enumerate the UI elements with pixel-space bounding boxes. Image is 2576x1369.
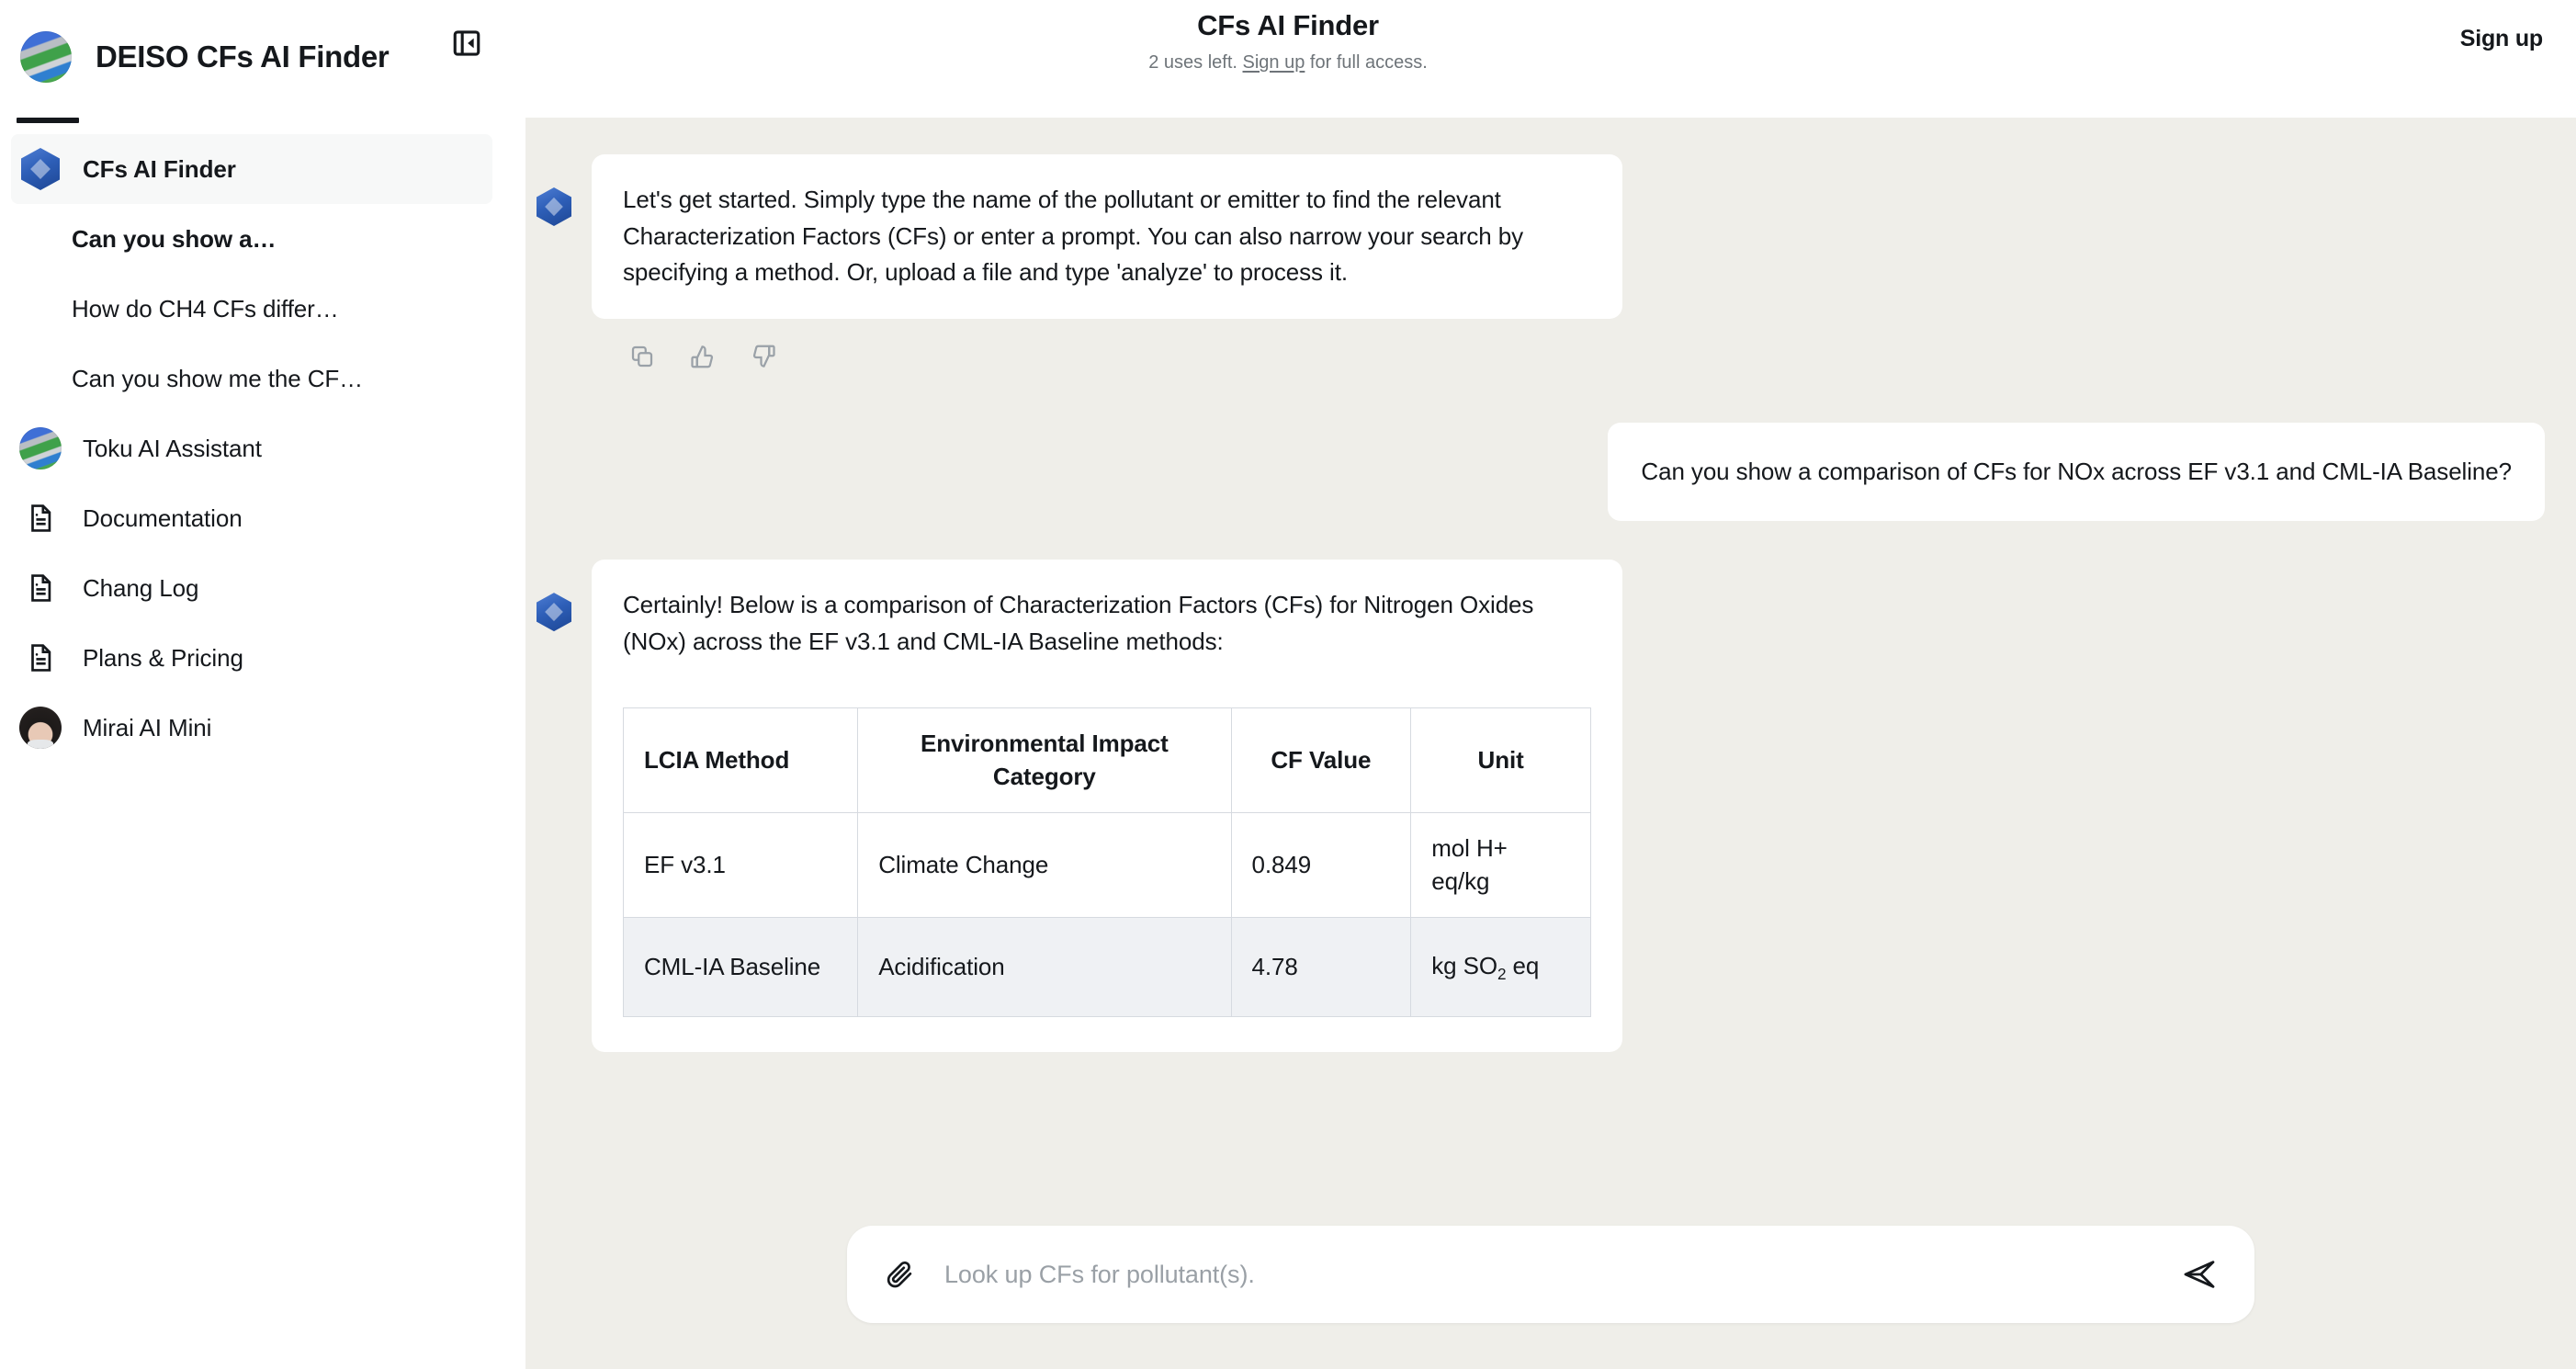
cell-cf-value: 0.849 [1230, 811, 1412, 918]
composer [847, 1226, 2254, 1323]
sidebar-item-label: Can you show a… [72, 224, 277, 253]
chat-area: Let's get started. Simply type the name … [525, 118, 2576, 1369]
usage-notice: 2 uses left. Sign up for full access. [0, 52, 2576, 74]
table-row: EF v3.1 Climate Change 0.849 mol H+ eq/k… [622, 811, 1591, 918]
document-icon [20, 498, 61, 538]
sidebar-item-label: Plans & Pricing [83, 643, 243, 672]
header-center-block: CFs AI Finder 2 uses left. Sign up for f… [0, 9, 2576, 74]
user-message: Can you show a comparison of CFs for NOx… [525, 422, 2576, 522]
cell-unit: mol H+ eq/kg [1410, 811, 1591, 918]
message-list: Let's get started. Simply type the name … [525, 118, 2576, 1204]
search-input[interactable] [944, 1260, 2152, 1289]
table-header-row: LCIA Method Environmental Impact Categor… [622, 707, 1591, 813]
sidebar-chat-item-3[interactable]: Can you show me the CF… [0, 344, 525, 413]
hex-blue-logo-icon [20, 148, 61, 190]
sidebar-item-plans-and-pricing[interactable]: Plans & Pricing [0, 623, 525, 693]
signup-inline-link[interactable]: Sign up [1243, 52, 1305, 73]
message-action-bar [525, 343, 2576, 375]
sidebar-item-label: Documentation [83, 503, 243, 532]
top-header-bar: DEISO CFs AI Finder CFs AI Finder 2 uses… [0, 0, 2576, 118]
sidebar-item-cfs-ai-finder[interactable]: CFs AI Finder [11, 134, 492, 204]
paperclip-icon[interactable] [878, 1253, 921, 1295]
composer-container [525, 1226, 2576, 1323]
cell-cf-value: 4.78 [1230, 916, 1412, 1017]
sidebar-item-label: Chang Log [83, 573, 199, 602]
assistant-message-answer: Certainly! Below is a comparison of Char… [525, 560, 2576, 1052]
cell-category: Climate Change [857, 811, 1232, 918]
document-icon [20, 638, 61, 678]
signup-button[interactable]: Sign up [2460, 26, 2543, 52]
sidebar-item-label: CFs AI Finder [83, 154, 236, 183]
column-header-impact-category: Environmental Impact Category [857, 707, 1232, 813]
sidebar-item-chang-log[interactable]: Chang Log [0, 553, 525, 623]
page-title: CFs AI Finder [1197, 9, 1379, 41]
sidebar-item-label: Mirai AI Mini [83, 713, 212, 741]
sidebar-item-toku-ai-assistant[interactable]: Toku AI Assistant [0, 413, 525, 483]
sidebar-chat-item-1[interactable]: Can you show a… [0, 204, 525, 274]
assistant-message-intro: Let's get started. Simply type the name … [525, 154, 2576, 319]
cell-method: CML-IA Baseline [622, 916, 859, 1017]
sidebar-item-label: Can you show me the CF… [72, 364, 364, 392]
assistant-bubble-text: Let's get started. Simply type the name … [592, 154, 1622, 319]
document-icon [20, 568, 61, 608]
avatar-photo-icon [19, 707, 62, 749]
copy-icon[interactable] [628, 343, 656, 375]
sidebar-item-label: Toku AI Assistant [83, 434, 262, 462]
cell-category: Acidification [857, 916, 1232, 1017]
thumbs-down-icon[interactable] [750, 343, 777, 375]
cell-method: EF v3.1 [622, 811, 859, 918]
send-paper-plane-icon[interactable] [2175, 1250, 2223, 1298]
sidebar-nav-list: CFs AI Finder Can you show a… How do CH4… [0, 134, 525, 763]
active-tab-indicator [17, 118, 79, 123]
table-row: CML-IA Baseline Acidification 4.78 kg SO… [622, 916, 1591, 1017]
column-header-unit: Unit [1410, 707, 1591, 813]
sidebar-chat-item-2[interactable]: How do CH4 CFs differ… [0, 274, 525, 344]
thumbs-up-icon[interactable] [689, 343, 717, 375]
assistant-avatar-icon [537, 187, 571, 226]
assistant-answer-text: Certainly! Below is a comparison of Char… [623, 591, 1534, 655]
cf-comparison-table: LCIA Method Environmental Impact Categor… [622, 707, 1591, 1017]
uses-left-count: 2 uses left. [1148, 52, 1237, 73]
assistant-avatar-icon [537, 593, 571, 632]
assistant-answer-bubble: Certainly! Below is a comparison of Char… [592, 560, 1622, 1052]
column-header-lcia-method: LCIA Method [622, 707, 859, 813]
cell-unit: kg SO2 eq [1410, 916, 1591, 1017]
column-header-cf-value: CF Value [1230, 707, 1412, 813]
sidebar-item-mirai-ai-mini[interactable]: Mirai AI Mini [0, 693, 525, 763]
sidebar-item-label: How do CH4 CFs differ… [72, 294, 339, 322]
sidebar: CFs AI Finder Can you show a… How do CH4… [0, 118, 525, 1369]
user-bubble-text: Can you show a comparison of CFs for NOx… [1608, 422, 2545, 522]
sidebar-item-documentation[interactable]: Documentation [0, 483, 525, 553]
deiso-globe-logo-icon [19, 427, 62, 470]
uses-left-suffix: for full access. [1309, 52, 1428, 73]
